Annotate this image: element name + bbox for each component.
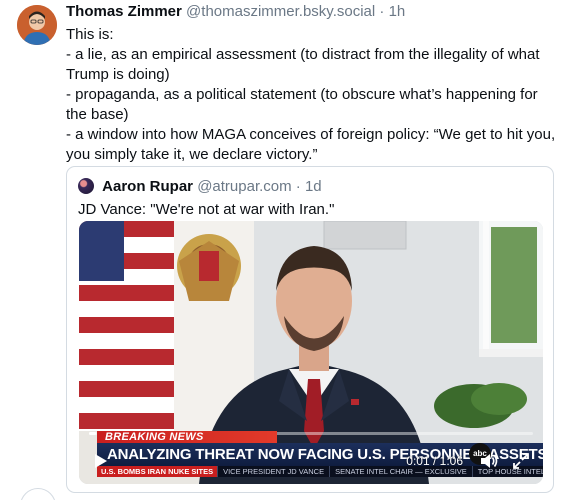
author-handle[interactable]: @thomaszimmer.bsky.social — [186, 3, 375, 20]
author-avatar[interactable] — [17, 5, 57, 45]
quote-separator: · — [295, 178, 301, 195]
ticker-item: VICE PRESIDENT JD VANCE — [217, 466, 329, 477]
play-button[interactable] — [91, 452, 109, 470]
quoted-post[interactable]: Aaron Rupar @atrupar.com · 1d JD Vance: … — [66, 166, 554, 493]
post-line: - a lie, as an empirical assessment (to … — [66, 46, 540, 83]
next-post-avatar[interactable] — [20, 488, 56, 500]
chyron-ticker: U.S. BOMBS IRAN NUKE SITES VICE PRESIDENT… — [97, 466, 543, 477]
mute-button[interactable] — [479, 451, 499, 471]
fullscreen-button[interactable] — [511, 451, 531, 471]
quote-header: Aaron Rupar @atrupar.com · 1d — [78, 177, 322, 197]
ticker-label: U.S. BOMBS IRAN NUKE SITES — [97, 466, 218, 477]
quote-text: JD Vance: "We're not at war with Iran." — [78, 201, 335, 218]
header-separator: · — [379, 3, 385, 20]
post-line: - propaganda, as a political statement (… — [66, 86, 538, 123]
fullscreen-icon — [513, 453, 529, 469]
post: Thomas Zimmer @thomaszimmer.bsky.social … — [66, 3, 558, 165]
post-line: This is: — [66, 26, 114, 43]
video-time-readout: 0:01 / 1:06 — [406, 454, 463, 468]
play-icon — [95, 454, 107, 468]
avatar-portrait-image — [17, 5, 57, 45]
quote-time[interactable]: 1d — [305, 178, 322, 195]
quote-author-handle[interactable]: @atrupar.com — [197, 178, 291, 195]
author-name[interactable]: Thomas Zimmer — [66, 3, 182, 20]
post-header: Thomas Zimmer @thomaszimmer.bsky.social … — [66, 3, 558, 21]
post-line: - a window into how MAGA conceives of fo… — [66, 126, 556, 163]
post-time[interactable]: 1h — [389, 3, 406, 20]
video-progress-fill — [89, 432, 97, 435]
volume-icon — [481, 454, 498, 468]
post-body: This is: - a lie, as an empirical assess… — [66, 25, 558, 165]
video-player[interactable]: BREAKING NEWS ANALYZING THREAT NOW FACIN… — [79, 221, 543, 484]
quote-author-avatar — [78, 178, 94, 194]
quote-author-name[interactable]: Aaron Rupar — [102, 178, 193, 195]
